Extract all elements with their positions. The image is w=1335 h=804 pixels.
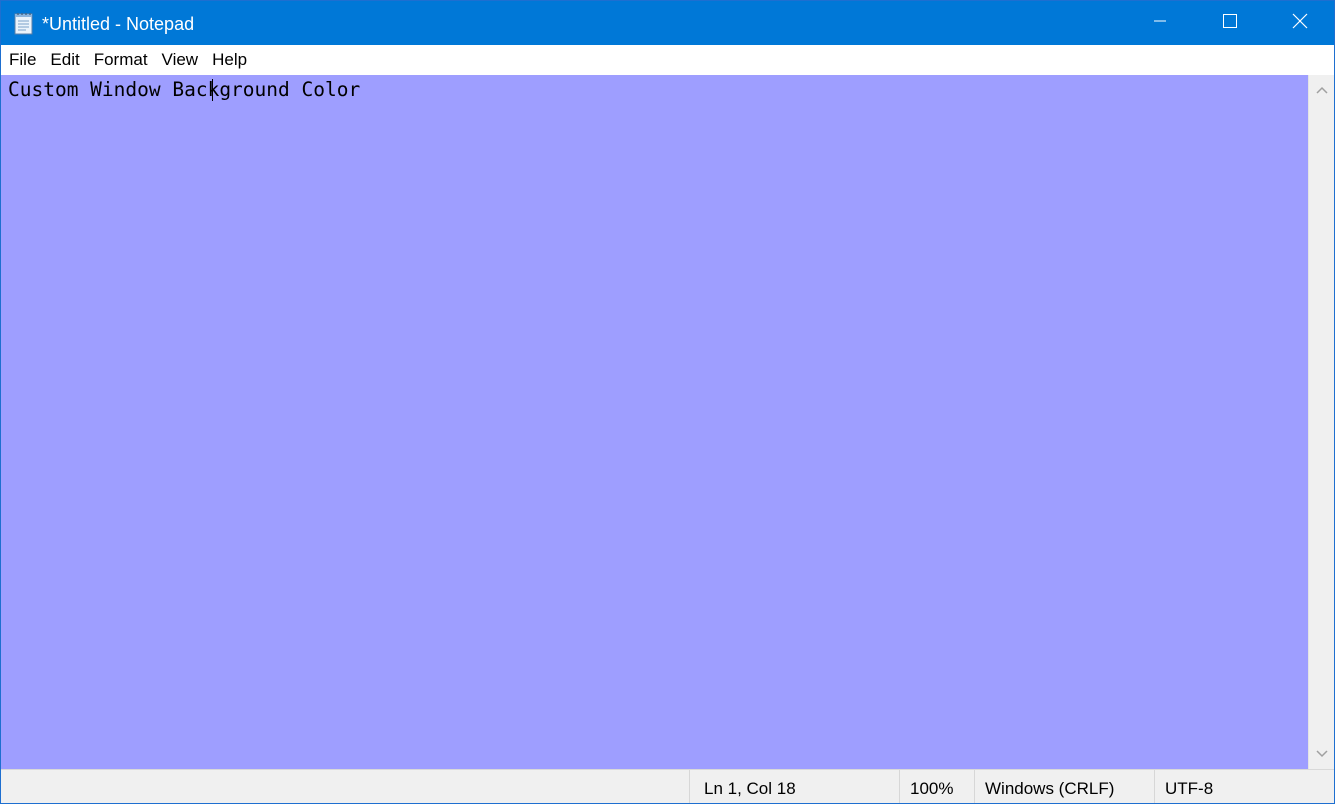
zoom-level: 100%	[899, 770, 974, 803]
scroll-down-arrow-icon	[1315, 745, 1328, 763]
encoding: UTF-8	[1154, 770, 1334, 803]
menu-view[interactable]: View	[155, 46, 206, 74]
notepad-icon[interactable]	[13, 11, 35, 35]
vertical-scrollbar[interactable]	[1308, 75, 1334, 769]
notepad-window: *Untitled - Notepad File Edit Format Vie…	[0, 0, 1335, 804]
cursor-position: Ln 1, Col 18	[689, 770, 899, 803]
text-caret	[212, 79, 213, 101]
title-bar[interactable]: *Untitled - Notepad	[1, 1, 1334, 45]
document-text[interactable]: Custom Window Background Color	[8, 78, 360, 102]
window-title: *Untitled - Notepad	[42, 14, 195, 34]
text-editor-area[interactable]: Custom Window Background Color	[1, 75, 1308, 769]
status-bar: Ln 1, Col 18 100% Windows (CRLF) UTF-8	[1, 769, 1334, 803]
menu-format[interactable]: Format	[87, 46, 155, 74]
menu-help[interactable]: Help	[205, 46, 254, 74]
close-icon	[1292, 13, 1308, 34]
line-ending: Windows (CRLF)	[974, 770, 1154, 803]
scroll-down-button[interactable]	[1309, 741, 1334, 767]
scroll-up-arrow-icon	[1315, 81, 1328, 99]
minimize-button[interactable]	[1125, 1, 1195, 45]
maximize-icon	[1222, 13, 1238, 34]
minimize-icon	[1153, 14, 1167, 33]
maximize-button[interactable]	[1195, 1, 1265, 45]
close-button[interactable]	[1265, 1, 1334, 45]
scroll-up-button[interactable]	[1309, 77, 1334, 103]
menu-bar: File Edit Format View Help	[1, 45, 1334, 75]
menu-file[interactable]: File	[1, 46, 43, 74]
menu-edit[interactable]: Edit	[43, 46, 86, 74]
